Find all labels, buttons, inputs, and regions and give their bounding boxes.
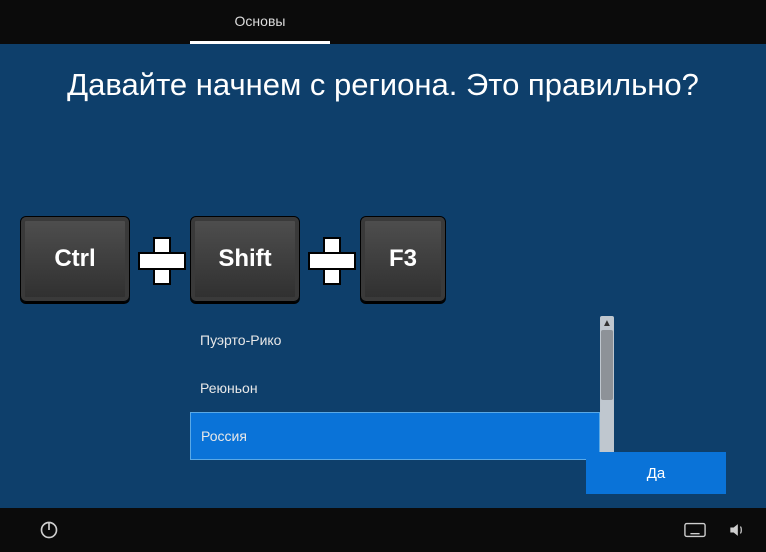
power-icon[interactable] [38, 519, 60, 541]
key-shift: Shift [190, 216, 300, 302]
bottom-bar [0, 508, 766, 552]
scrollbar[interactable]: ▲ ▼ [600, 316, 614, 462]
plus-icon [308, 237, 352, 281]
confirm-button[interactable]: Да [586, 452, 726, 494]
key-f3: F3 [360, 216, 446, 302]
volume-icon[interactable] [726, 519, 748, 541]
list-item[interactable]: Пуэрто-Рико [190, 316, 600, 364]
tab-bar: Основы [0, 0, 766, 44]
scroll-up-icon[interactable]: ▲ [600, 316, 614, 330]
scroll-thumb[interactable] [601, 330, 613, 400]
page-title: Давайте начнем с региона. Это правильно? [0, 44, 766, 105]
keyboard-icon[interactable] [684, 519, 706, 541]
plus-icon [138, 237, 182, 281]
region-list[interactable]: Пуэрто-Рико Реюньон Россия [190, 316, 600, 462]
key-ctrl: Ctrl [20, 216, 130, 302]
region-list-container: Пуэрто-Рико Реюньон Россия ▲ ▼ [190, 316, 614, 462]
shortcut-overlay: Ctrl Shift F3 [20, 216, 446, 302]
main-panel: Давайте начнем с региона. Это правильно?… [0, 44, 766, 508]
oobe-screen: Основы Давайте начнем с региона. Это пра… [0, 0, 766, 552]
tab-basics[interactable]: Основы [190, 0, 330, 44]
list-item-selected[interactable]: Россия [190, 412, 600, 460]
list-item[interactable]: Реюньон [190, 364, 600, 412]
